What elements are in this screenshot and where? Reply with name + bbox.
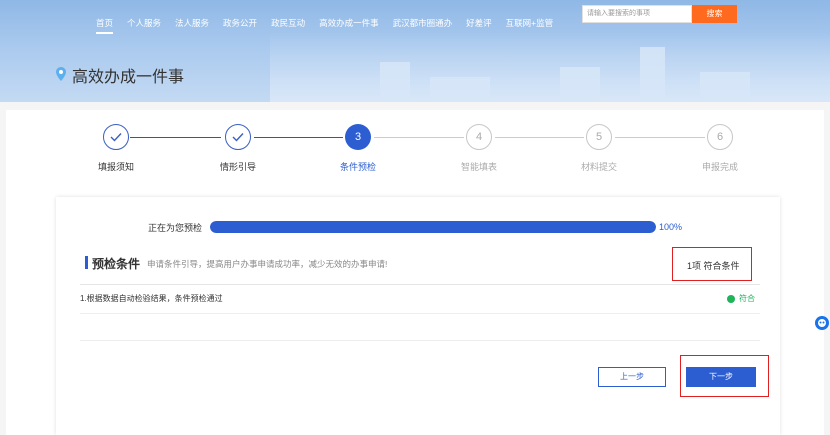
- step-label: 材料提交: [580, 162, 617, 172]
- progress-percent: 100%: [659, 222, 683, 232]
- step-number: 5: [586, 124, 612, 150]
- step-2: 情形引导: [198, 124, 278, 173]
- section-title: 预检条件: [92, 257, 141, 271]
- nav-personal[interactable]: 个人服务: [127, 15, 161, 31]
- pass-check-icon: [727, 295, 735, 303]
- condition-count: 1项 符合条件: [687, 261, 740, 271]
- divider: [80, 340, 760, 341]
- step-label: 智能填表: [460, 162, 497, 172]
- step-6: 6 申报完成: [680, 124, 760, 173]
- section-accent-bar: [85, 256, 88, 269]
- prev-step-button[interactable]: 上一步: [598, 367, 666, 387]
- step-4: 4 智能填表: [439, 124, 519, 173]
- progress-bar: [210, 221, 656, 233]
- nav-review[interactable]: 好差评: [466, 15, 492, 31]
- nav-efficient[interactable]: 高效办成一件事: [319, 15, 379, 31]
- skyline-building: [430, 77, 490, 102]
- nav-gov-public[interactable]: 政务公开: [223, 15, 257, 31]
- step-label: 填报须知: [97, 162, 134, 172]
- page-title: 高效办成一件事: [72, 69, 185, 86]
- skyline-building: [380, 62, 410, 102]
- step-1: 填报须知: [76, 124, 156, 173]
- precheck-result: 1.根据数据自动检验结果，条件预检通过: [80, 294, 223, 303]
- step-3: 3 条件预检: [318, 124, 398, 173]
- step-label: 情形引导: [219, 162, 256, 172]
- nav-home[interactable]: 首页: [96, 15, 114, 34]
- step-number: 3: [345, 124, 371, 150]
- next-step-button[interactable]: 下一步: [686, 367, 756, 387]
- header-banner: 首页 个人服务 法人服务 政务公开 政民互动 高效办成一件事 武汉都市圈通办 好…: [0, 0, 830, 102]
- nav-wuhan[interactable]: 武汉都市圈通办: [393, 15, 453, 31]
- skyline-building: [700, 72, 750, 102]
- progress-fill: [210, 221, 656, 233]
- step-label: 条件预检: [339, 162, 376, 172]
- nav-enterprise[interactable]: 法人服务: [175, 15, 209, 31]
- nav-supervision[interactable]: 互联网+监管: [506, 15, 553, 31]
- skyline-building: [560, 67, 600, 102]
- step-label: 申报完成: [701, 162, 738, 172]
- divider: [80, 284, 760, 285]
- check-icon: [103, 124, 129, 150]
- pass-status: 符合: [739, 294, 755, 303]
- step-5: 5 材料提交: [559, 124, 639, 173]
- nav-interaction[interactable]: 政民互动: [271, 15, 305, 31]
- assistant-icon[interactable]: [812, 313, 830, 333]
- skyline-pagoda: [640, 47, 665, 102]
- check-icon: [225, 124, 251, 150]
- step-number: 6: [707, 124, 733, 150]
- progress-label: 正在为您预检: [148, 223, 203, 233]
- search-input[interactable]: 请输入要搜索的事项: [582, 5, 692, 23]
- location-pin-icon: [56, 67, 66, 81]
- step-number: 4: [466, 124, 492, 150]
- divider: [80, 313, 760, 314]
- main-nav: 首页 个人服务 法人服务 政务公开 政民互动 高效办成一件事 武汉都市圈通办 好…: [96, 15, 567, 34]
- section-description: 申请条件引导，提高用户办事申请成功率，减少无效的办事申请!: [147, 259, 388, 269]
- search-button[interactable]: 搜索: [692, 5, 737, 23]
